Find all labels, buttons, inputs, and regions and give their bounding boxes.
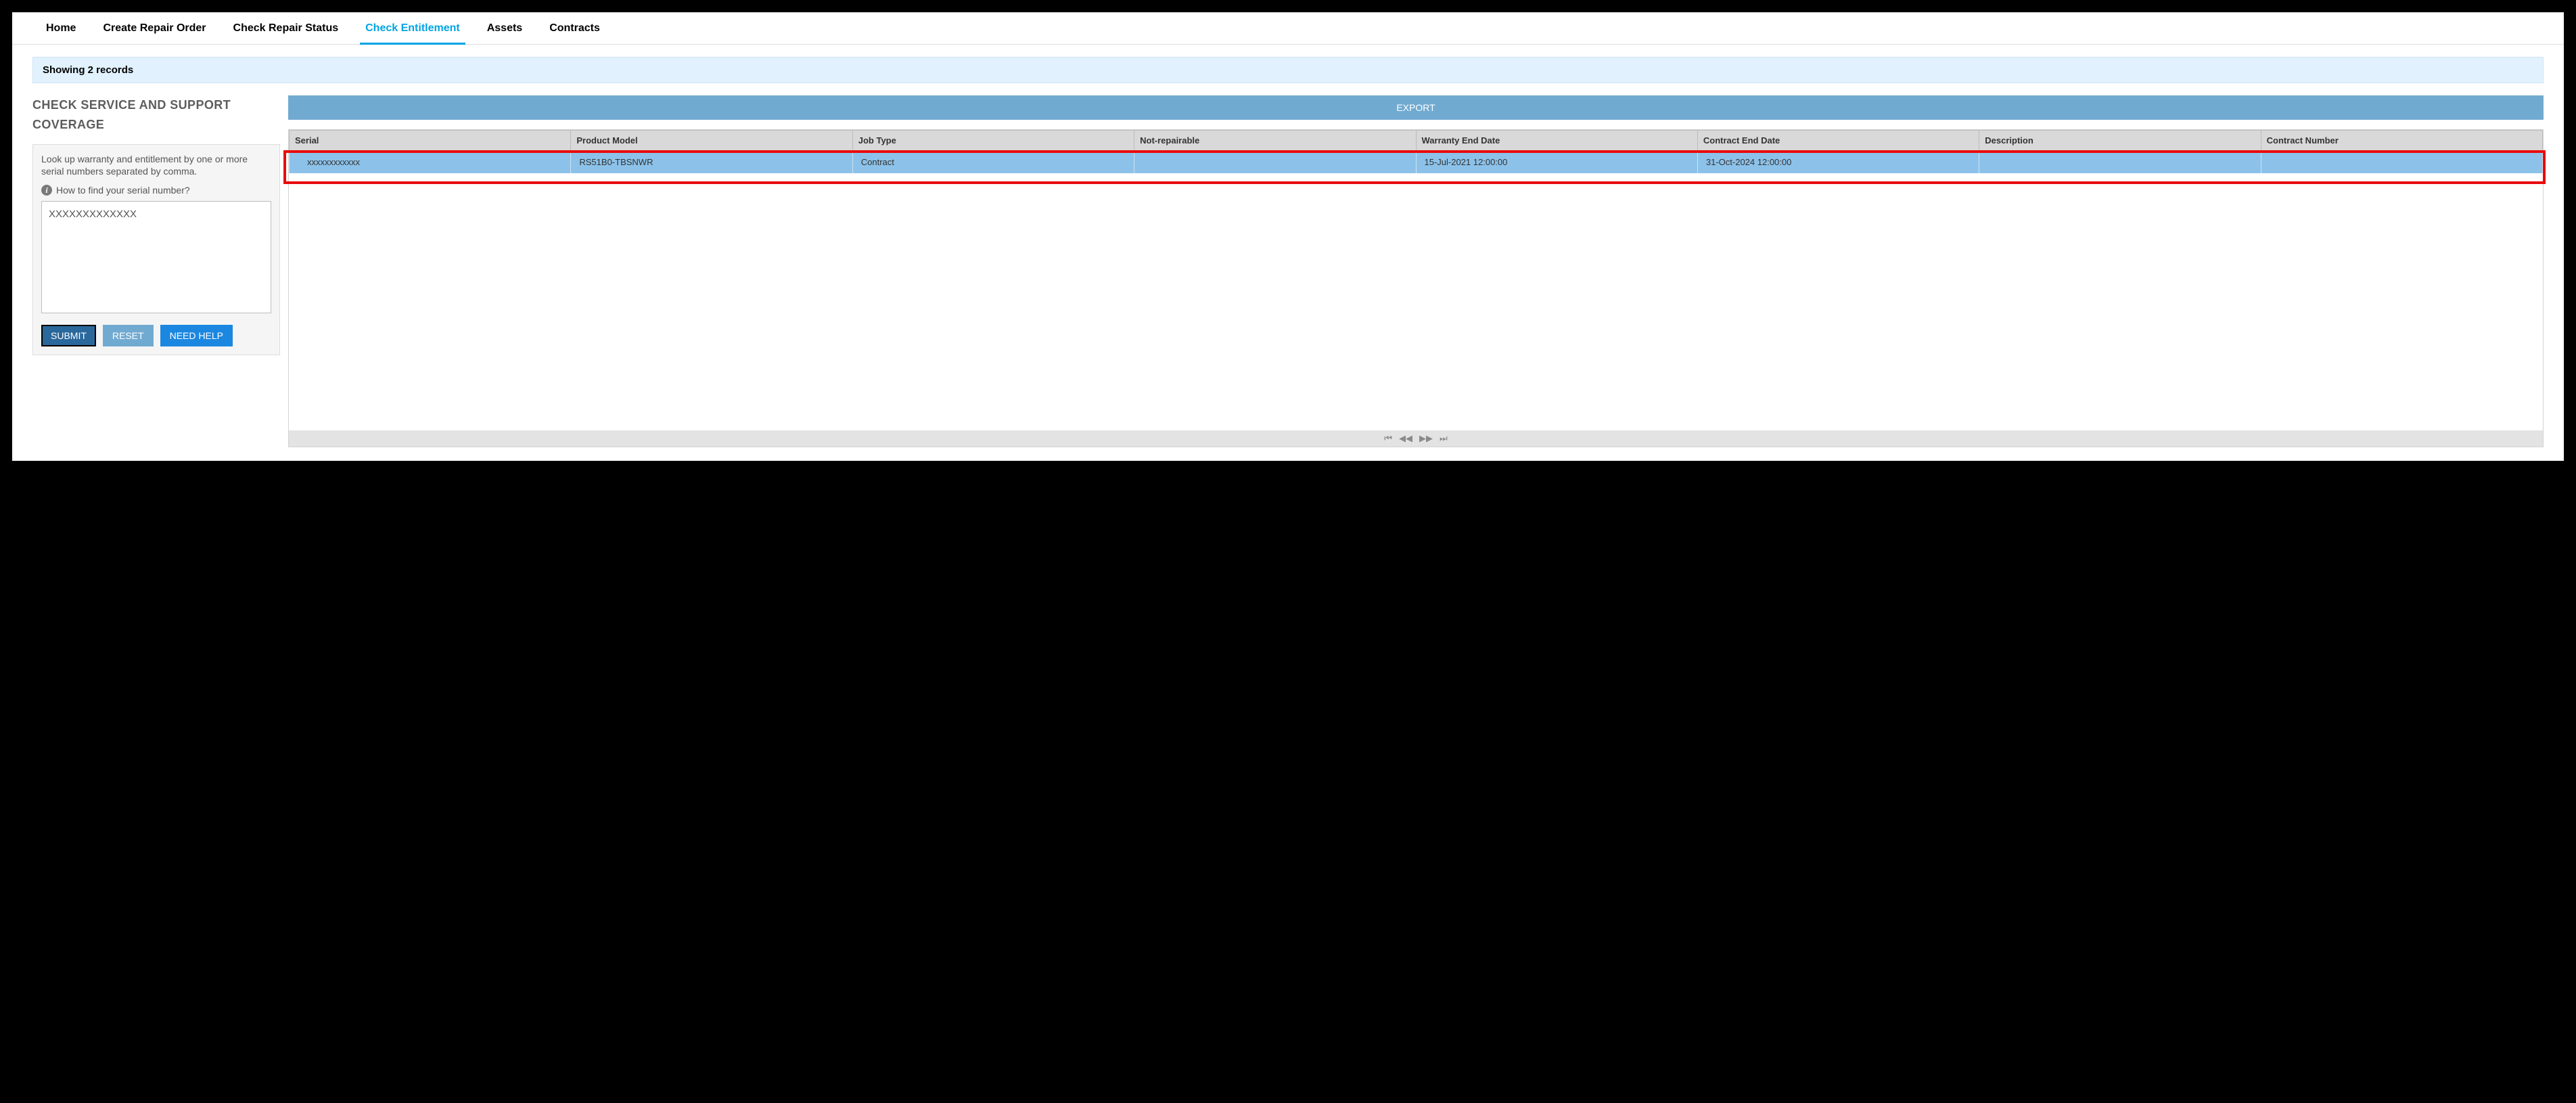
serial-hint-label: How to find your serial number? [56,185,190,196]
results-grid: Serial Product Model Job Type Not-repair… [288,129,2544,447]
col-description[interactable]: Description [1979,131,2261,151]
lookup-description: Look up warranty and entitlement by one … [41,153,271,179]
cell-not-repairable [1134,151,1416,174]
col-warranty-end[interactable]: Warranty End Date [1416,131,1697,151]
cell-product-model: RS51B0-TBSNWR [571,151,852,174]
col-not-repairable[interactable]: Not-repairable [1134,131,1416,151]
tab-check-entitlement[interactable]: Check Entitlement [352,13,474,44]
tab-check-repair-status[interactable]: Check Repair Status [220,13,352,44]
cell-contract-end: 31-Oct-2024 12:00:00 [1697,151,1979,174]
serial-input[interactable] [41,201,271,313]
tab-assets[interactable]: Assets [474,13,536,44]
cell-serial: xxxxxxxxxxxx [290,151,571,174]
tab-contracts[interactable]: Contracts [536,13,614,44]
tab-home[interactable]: Home [32,13,89,44]
submit-button[interactable]: SUBMIT [41,325,96,346]
lookup-panel: Look up warranty and entitlement by one … [32,144,280,356]
col-serial[interactable]: Serial [290,131,571,151]
cell-warranty-end: 15-Jul-2021 12:00:00 [1416,151,1697,174]
col-contract-end[interactable]: Contract End Date [1697,131,1979,151]
cell-job-type: Contract [852,151,1134,174]
need-help-button[interactable]: NEED HELP [160,325,233,346]
cell-contract-number [2261,151,2542,174]
col-product-model[interactable]: Product Model [571,131,852,151]
export-button[interactable]: EXPORT [288,95,2544,120]
pager: ⏮ ◀◀ ▶▶ ⏭ [289,430,2543,447]
info-icon: i [41,185,52,196]
top-nav: Home Create Repair Order Check Repair St… [12,12,2564,45]
pager-first-icon[interactable]: ⏮ [1384,433,1392,444]
section-heading-line1: CHECK SERVICE AND SUPPORT [32,95,280,115]
reset-button[interactable]: RESET [103,325,154,346]
pager-next-icon[interactable]: ▶▶ [1419,433,1433,444]
records-bar: Showing 2 records [32,57,2544,83]
table-row[interactable]: xxxxxxxxxxxx RS51B0-TBSNWR Contract 15-J… [290,151,2543,174]
table-header-row: Serial Product Model Job Type Not-repair… [290,131,2543,151]
cell-description [1979,151,2261,174]
col-contract-number[interactable]: Contract Number [2261,131,2542,151]
pager-last-icon[interactable]: ⏭ [1440,433,1448,444]
section-heading-line2: COVERAGE [32,115,280,135]
col-job-type[interactable]: Job Type [852,131,1134,151]
pager-prev-icon[interactable]: ◀◀ [1399,433,1412,444]
tab-create-repair-order[interactable]: Create Repair Order [89,13,219,44]
serial-hint[interactable]: i How to find your serial number? [41,185,271,196]
